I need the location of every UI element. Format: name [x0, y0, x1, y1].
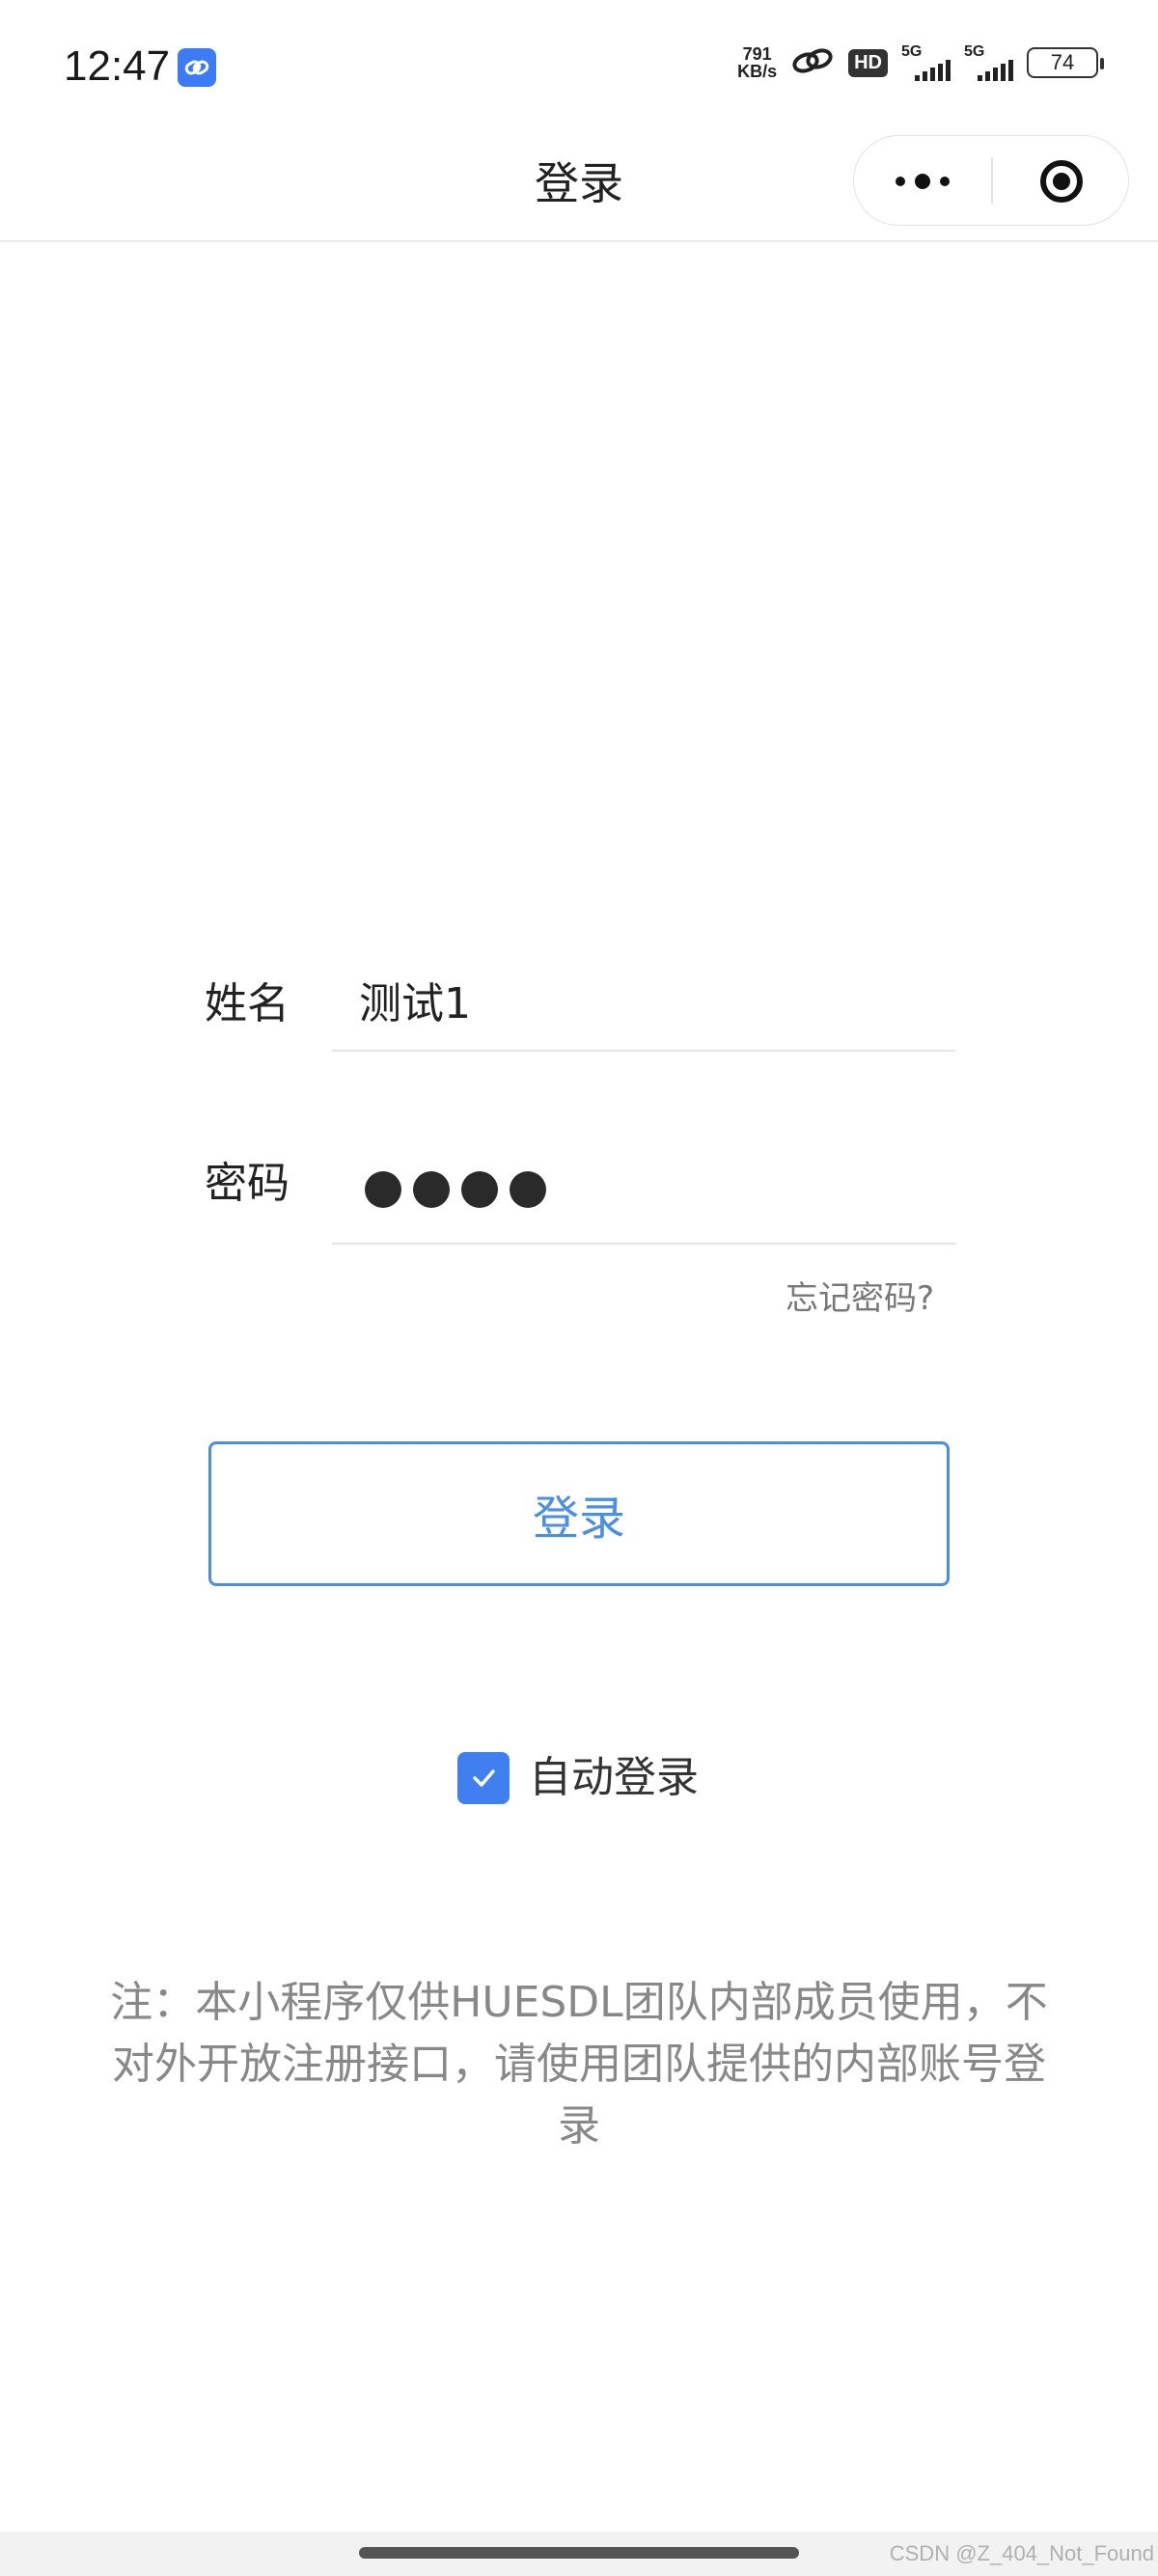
password-mask-dot — [365, 1171, 401, 1208]
name-input-underline — [332, 1050, 955, 1052]
more-button[interactable] — [854, 136, 991, 227]
password-mask-dot — [413, 1171, 450, 1208]
password-mask-dot — [461, 1171, 498, 1208]
watermark: CSDN @Z_404_Not_Found — [889, 2541, 1154, 2565]
notice-text: 注：本小程序仅供HUESDL团队内部成员使用，不对外开放注册接口，请使用团队提供… — [110, 1978, 1048, 2151]
home-indicator[interactable] — [359, 2547, 799, 2559]
status-time: 12:47 — [64, 42, 171, 90]
password-label: 密码 — [205, 1159, 290, 1208]
close-button[interactable] — [993, 136, 1130, 227]
name-input[interactable]: 测试1 — [359, 969, 471, 1030]
name-label: 姓名 — [205, 979, 290, 1028]
close-target-icon — [1040, 160, 1083, 203]
link-icon — [178, 48, 216, 87]
auto-login-label[interactable]: 自动登录 — [529, 1752, 699, 1804]
auto-login-checkbox[interactable] — [457, 1752, 510, 1804]
more-dots-icon — [896, 177, 905, 186]
net-speed: 791 KB/s — [737, 44, 778, 81]
password-input-underline — [332, 1243, 955, 1245]
login-button[interactable]: 登录 — [208, 1441, 950, 1586]
signal-icon: 5G — [964, 44, 1013, 81]
hd-icon: HD — [848, 48, 888, 77]
signal-icon: 5G — [901, 44, 951, 81]
status-indicators: 791 KB/s HD 5G 5G 74 — [737, 44, 1104, 81]
check-icon — [473, 1769, 495, 1787]
battery-icon: 74 — [1027, 47, 1104, 78]
password-input[interactable] — [365, 1171, 546, 1208]
mini-program-capsule — [853, 135, 1129, 226]
hotspot-link-icon — [790, 46, 835, 79]
nav-divider — [0, 240, 1158, 242]
forgot-password-link[interactable]: 忘记密码? — [786, 1272, 934, 1319]
password-mask-dot — [510, 1171, 546, 1208]
